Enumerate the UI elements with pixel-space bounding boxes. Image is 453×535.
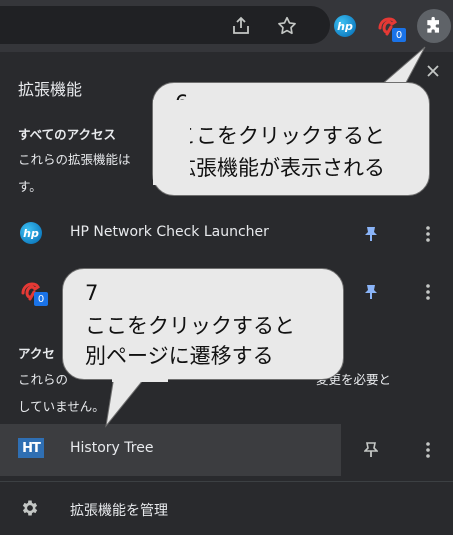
callout-6: 6 ここをクリックすると 拡張機能が表示される: [152, 82, 430, 196]
pin-icon[interactable]: [360, 438, 382, 462]
more-options-icon[interactable]: [418, 222, 438, 246]
no-access-heading: アクセ: [18, 346, 55, 361]
manage-extensions-label: 拡張機能を管理: [70, 503, 168, 519]
divider: [0, 481, 453, 482]
extension-item-history-tree[interactable]: HT History Tree: [0, 424, 453, 476]
hp-icon: hp: [20, 222, 44, 246]
pin-icon[interactable]: [360, 280, 382, 304]
callout-text-line1: ここをクリックすると: [175, 124, 385, 148]
more-options-icon[interactable]: [418, 280, 438, 304]
manage-extensions-item[interactable]: 拡張機能を管理: [0, 484, 453, 535]
red-extension-button[interactable]: 0: [372, 10, 406, 42]
star-icon[interactable]: [271, 10, 303, 42]
more-options-icon[interactable]: [418, 438, 438, 462]
puzzle-icon: [427, 16, 439, 33]
extension-badge: 0: [34, 292, 48, 306]
callout-text-line2: 拡張機能が表示される: [175, 156, 385, 180]
red-extension-icon: 0: [20, 280, 48, 306]
full-access-heading: すべてのアクセス: [18, 127, 117, 142]
extension-name: HP Network Check Launcher: [70, 224, 269, 240]
callout-text-line2: 別ページに遷移する: [85, 344, 274, 368]
history-tree-icon: HT: [18, 438, 44, 462]
extension-item-hp[interactable]: hp HP Network Check Launcher: [0, 208, 453, 260]
extension-name: History Tree: [70, 440, 154, 456]
pin-icon[interactable]: [360, 222, 382, 246]
share-icon[interactable]: [225, 10, 257, 42]
callout-number: 7: [85, 281, 99, 305]
callout-7: 7 ここをクリックすると 別ページに遷移する: [62, 268, 344, 380]
extensions-menu-button[interactable]: [417, 9, 451, 43]
callout-text-line1: ここをクリックすると: [85, 314, 295, 338]
gear-icon: [20, 498, 44, 522]
extension-badge: 0: [392, 28, 406, 42]
hp-extension-button[interactable]: hp: [329, 10, 361, 42]
hp-icon: hp: [334, 15, 356, 37]
panel-title: 拡張機能: [18, 80, 83, 99]
